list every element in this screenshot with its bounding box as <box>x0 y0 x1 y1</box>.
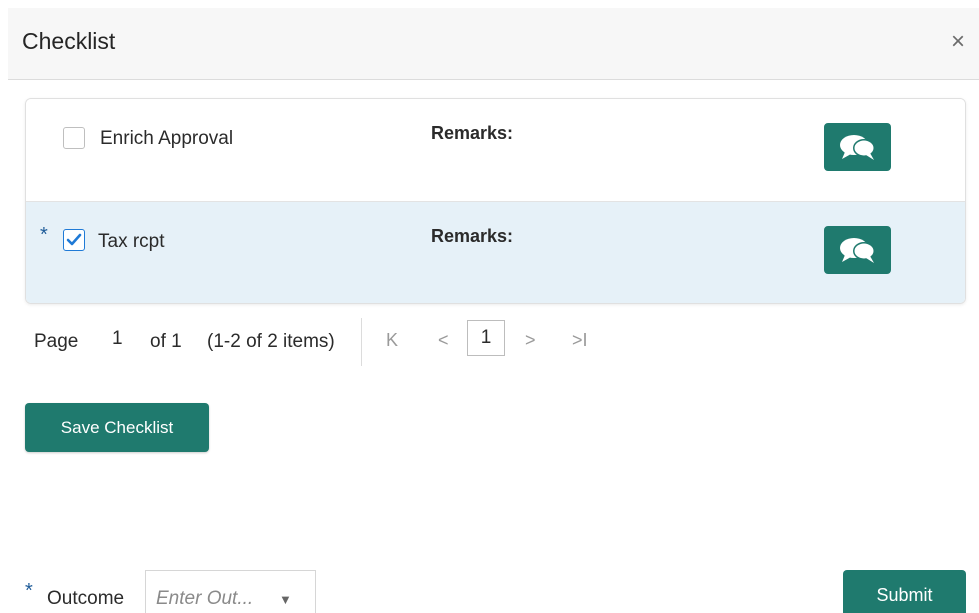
outcome-placeholder: Enter Out... <box>156 588 254 609</box>
pager: Page 1 of 1 (1-2 of 2 items) K < 1 > >I <box>34 318 634 366</box>
checklist-row: Enrich Approval Remarks: <box>26 99 965 202</box>
checkmark-icon <box>66 233 82 246</box>
pager-page-label: Page <box>34 331 79 352</box>
dialog-title: Checklist <box>22 28 116 54</box>
submit-button[interactable]: Submit <box>843 570 966 613</box>
pager-page-input[interactable]: 1 <box>112 328 123 350</box>
chat-bubbles-icon <box>839 135 875 160</box>
checklist-row: Tax rcpt Remarks: <box>26 202 965 303</box>
remarks-label: Remarks: <box>431 123 514 143</box>
prev-page-icon[interactable]: < <box>438 330 449 351</box>
checklist-item-label: Tax rcpt <box>98 231 165 252</box>
last-page-icon[interactable]: >I <box>572 330 588 351</box>
required-star: * <box>25 580 33 602</box>
current-page-button[interactable]: 1 <box>467 320 505 356</box>
next-page-icon[interactable]: > <box>525 330 536 351</box>
pager-divider <box>361 318 362 366</box>
tax-rcpt-checkbox[interactable] <box>63 229 85 251</box>
chevron-down-icon: ▼ <box>279 592 292 607</box>
checklist-table: Enrich Approval Remarks: Tax rcpt Remark… <box>25 98 966 304</box>
chat-bubbles-icon <box>839 238 875 263</box>
remarks-button[interactable] <box>824 123 891 171</box>
pager-of-text: of 1 <box>150 331 182 352</box>
outcome-label: Outcome <box>47 588 125 609</box>
outcome-select[interactable]: Enter Out... ▼ <box>145 570 316 613</box>
first-page-icon[interactable]: K <box>386 330 398 351</box>
pager-items-count: (1-2 of 2 items) <box>207 331 335 352</box>
remarks-button[interactable] <box>824 226 891 274</box>
checklist-dialog: Checklist × Enrich Approval Remarks: Tax… <box>0 0 979 613</box>
checklist-item-label: Enrich Approval <box>100 128 234 149</box>
save-checklist-button[interactable]: Save Checklist <box>25 403 209 452</box>
dialog-header: Checklist × <box>8 8 979 80</box>
required-star: * <box>40 224 48 246</box>
remarks-label: Remarks: <box>431 226 514 246</box>
enrich-approval-checkbox[interactable] <box>63 127 85 149</box>
close-icon[interactable]: × <box>951 30 965 54</box>
